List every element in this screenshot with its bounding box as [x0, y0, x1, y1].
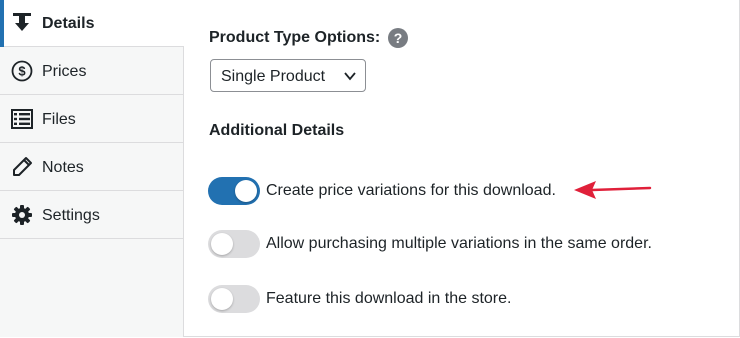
annotation-arrow-icon — [574, 181, 652, 199]
additional-details-heading: Additional Details — [209, 122, 345, 139]
download-details-panel: Details $ Prices Files Notes Settings Pr… — [0, 0, 740, 337]
price-variations-label[interactable]: Create price variations for this downloa… — [266, 181, 556, 201]
gear-icon — [12, 205, 32, 225]
toggle-knob — [235, 180, 257, 202]
dollar-icon: $ — [11, 60, 33, 82]
multiple-variations-label[interactable]: Allow purchasing multiple variations in … — [266, 234, 652, 254]
tab-label: Notes — [42, 159, 84, 176]
tab-label: Files — [42, 111, 76, 128]
product-type-value: Single Product — [221, 68, 326, 85]
product-type-select[interactable]: Single Product — [210, 59, 366, 92]
feature-download-label[interactable]: Feature this download in the store. — [266, 289, 511, 309]
feature-download-row: Feature this download in the store. — [208, 285, 728, 313]
svg-text:$: $ — [18, 64, 26, 79]
help-icon[interactable]: ? — [388, 28, 408, 48]
multiple-variations-row: Allow purchasing multiple variations in … — [208, 230, 728, 258]
tab-prices[interactable]: $ Prices — [0, 48, 183, 95]
sidebar: Details $ Prices Files Notes Settings — [0, 0, 184, 337]
list-icon — [11, 109, 33, 129]
pencil-icon — [13, 157, 32, 176]
toggle-knob — [211, 288, 233, 310]
tab-label: Details — [42, 15, 95, 32]
tab-notes[interactable]: Notes — [0, 144, 183, 191]
details-content: Product Type Options: ? Single Product A… — [184, 0, 739, 336]
multiple-variations-toggle[interactable] — [208, 230, 260, 258]
product-type-label: Product Type Options: — [209, 29, 381, 46]
toggle-knob — [211, 233, 233, 255]
tab-label: Settings — [42, 207, 100, 224]
chevron-down-icon — [344, 72, 356, 81]
tab-settings[interactable]: Settings — [0, 192, 183, 239]
feature-download-toggle[interactable] — [208, 285, 260, 313]
download-icon — [13, 13, 31, 31]
tab-files[interactable]: Files — [0, 96, 183, 143]
price-variations-toggle[interactable] — [208, 177, 260, 205]
tab-details[interactable]: Details — [0, 0, 184, 47]
tab-label: Prices — [42, 63, 87, 80]
